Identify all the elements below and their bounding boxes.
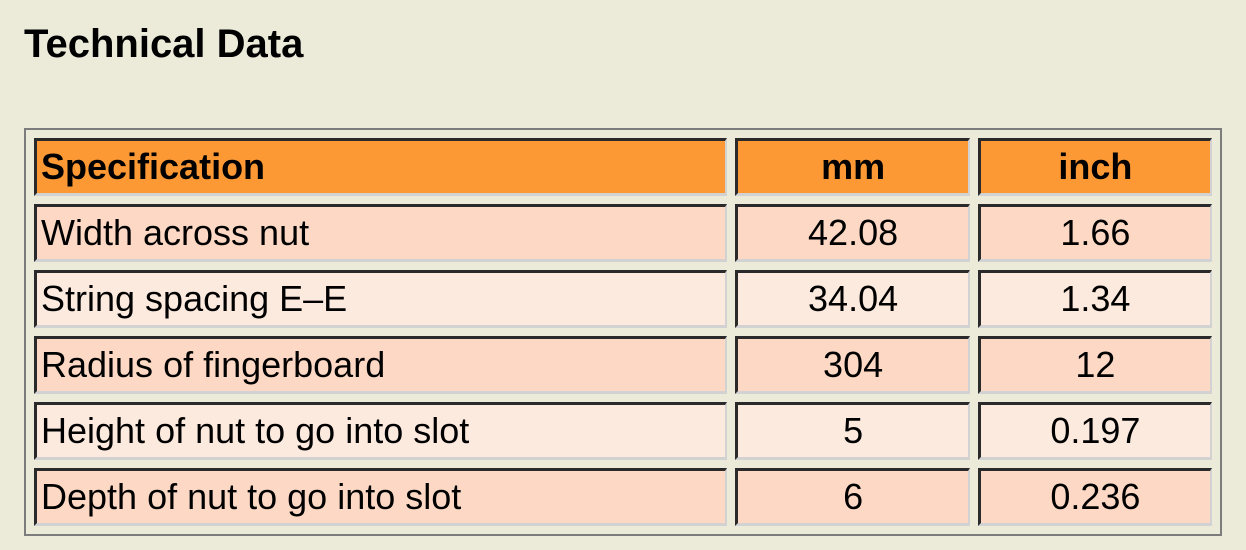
mm-cell: 34.04	[735, 270, 970, 328]
mm-cell: 6	[735, 468, 970, 526]
spec-cell: Depth of nut to go into slot	[34, 468, 728, 526]
page-title: Technical Data	[24, 22, 304, 66]
inch-cell: 1.34	[977, 270, 1212, 328]
header-mm: mm	[735, 138, 970, 196]
header-inch: inch	[977, 138, 1212, 196]
mm-cell: 5	[735, 402, 970, 460]
spec-cell: Radius of fingerboard	[34, 336, 728, 394]
mm-cell: 42.08	[735, 204, 970, 262]
table-row: Height of nut to go into slot 5 0.197	[34, 402, 1212, 460]
table-row: Depth of nut to go into slot 6 0.236	[34, 468, 1212, 526]
mm-cell: 304	[735, 336, 970, 394]
spec-cell: Height of nut to go into slot	[34, 402, 728, 460]
inch-cell: 0.197	[977, 402, 1212, 460]
table-row: Width across nut 42.08 1.66	[34, 204, 1212, 262]
inch-cell: 12	[977, 336, 1212, 394]
header-specification: Specification	[34, 138, 728, 196]
inch-cell: 0.236	[977, 468, 1212, 526]
spec-cell: Width across nut	[34, 204, 728, 262]
table-header-row: Specification mm inch	[34, 138, 1212, 196]
table-row: Radius of fingerboard 304 12	[34, 336, 1212, 394]
technical-data-table: Specification mm inch Width across nut 4…	[24, 128, 1222, 536]
spec-cell: String spacing E–E	[34, 270, 728, 328]
inch-cell: 1.66	[977, 204, 1212, 262]
table-row: String spacing E–E 34.04 1.34	[34, 270, 1212, 328]
